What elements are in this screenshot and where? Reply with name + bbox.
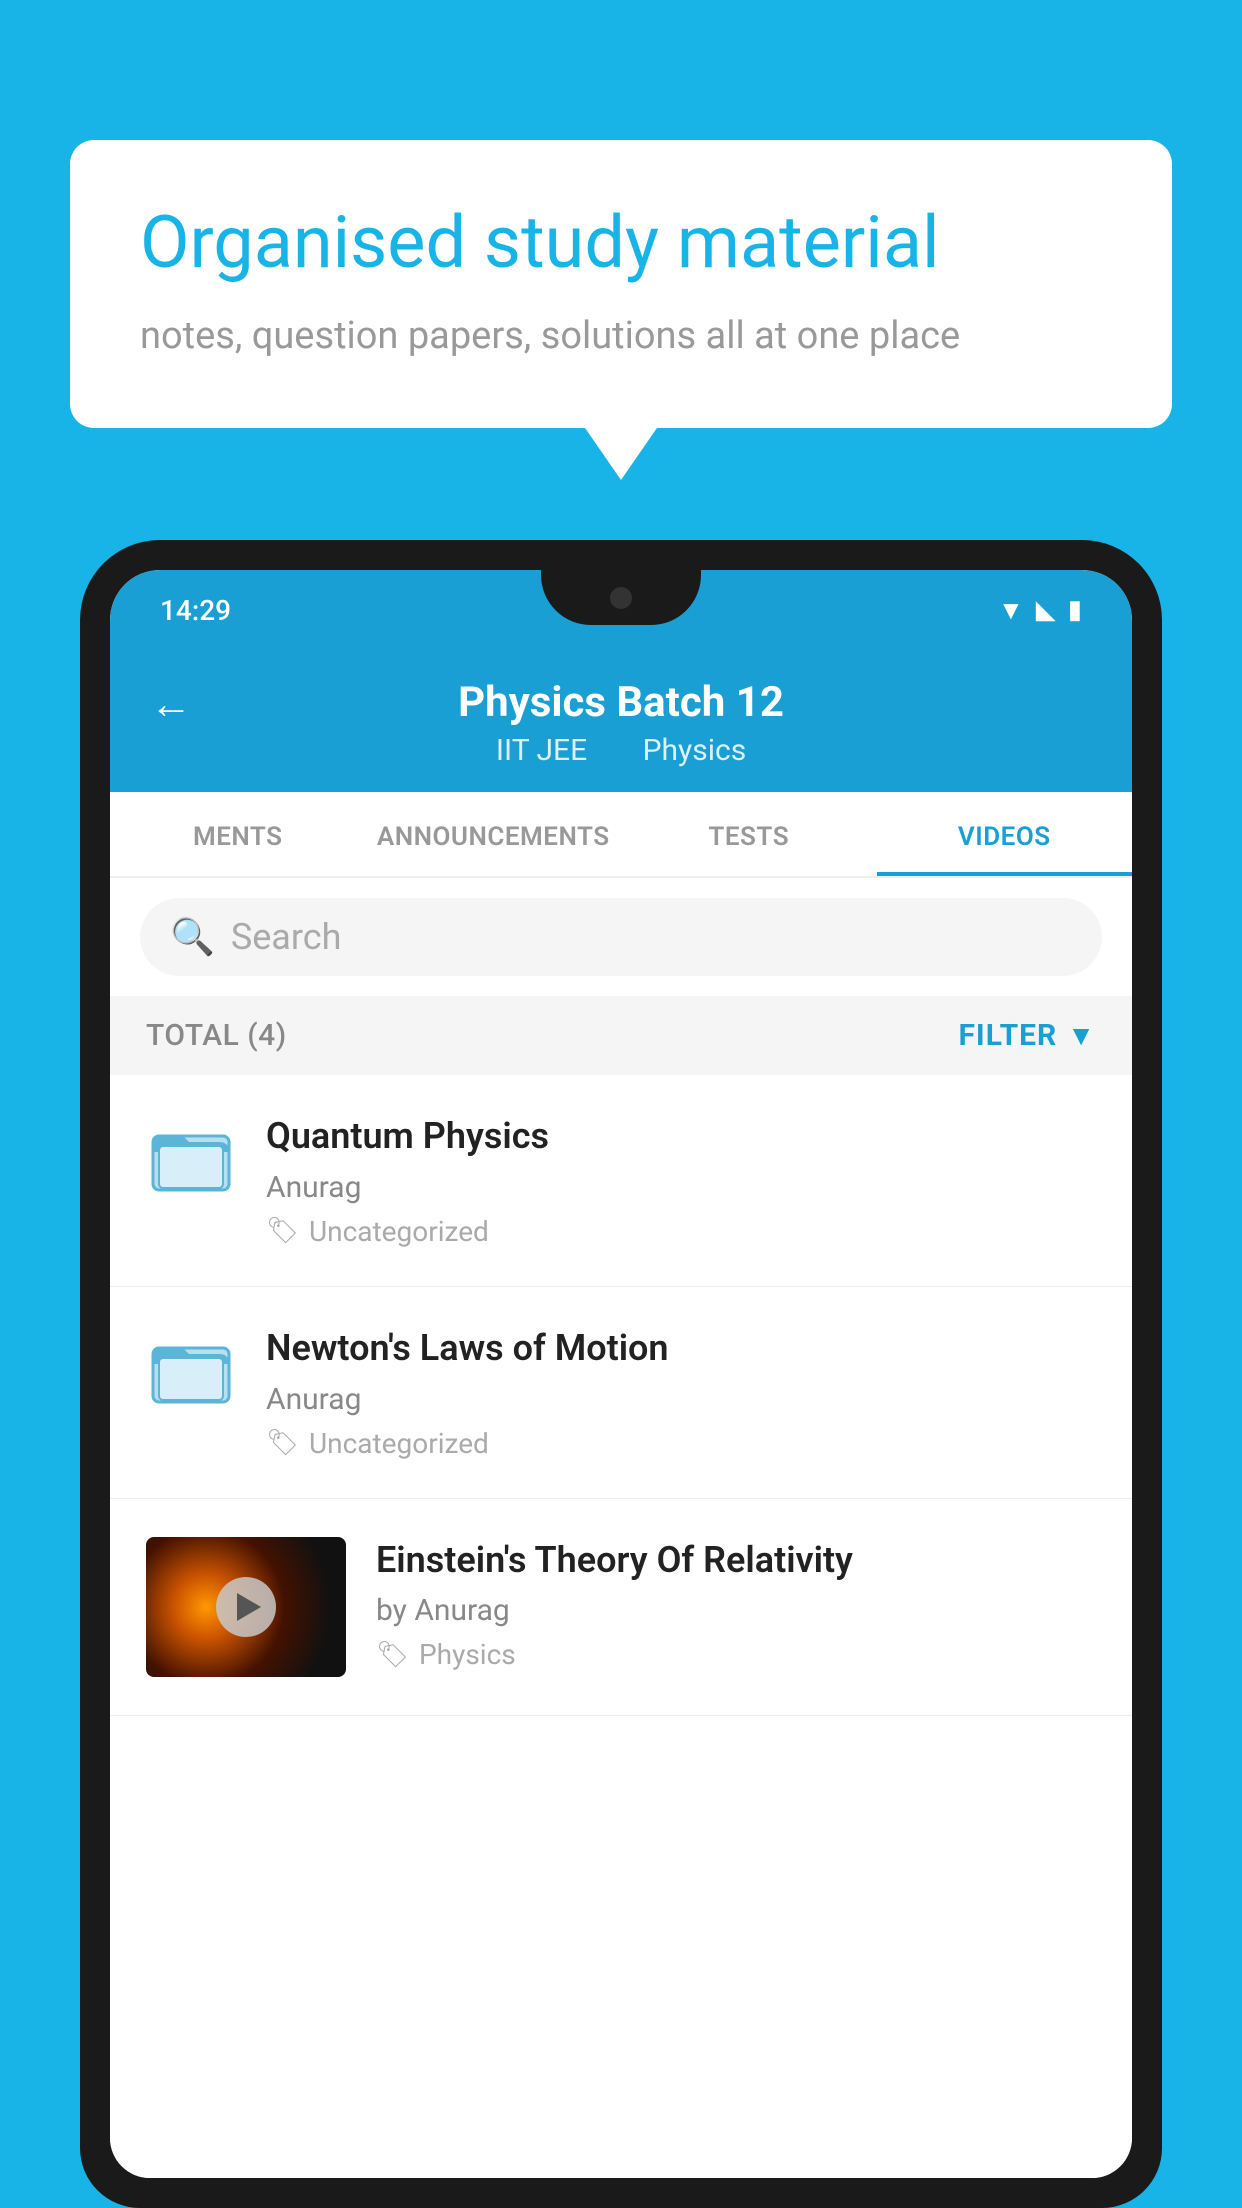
filter-button[interactable]: FILTER ▼	[958, 1018, 1096, 1053]
tag-icon: 🏷	[266, 1428, 299, 1458]
video-title: Einstein's Theory Of Relativity	[376, 1537, 1096, 1584]
folder-icon	[151, 1116, 231, 1216]
filter-bar: TOTAL (4) FILTER ▼	[110, 996, 1132, 1075]
list-item[interactable]: Newton's Laws of Motion Anurag 🏷 Uncateg…	[110, 1287, 1132, 1499]
folder-icon-container	[146, 1121, 236, 1211]
signal-icon: ◣	[1036, 595, 1056, 625]
video-author: by Anurag	[376, 1593, 1096, 1628]
folder-icon-container	[146, 1333, 236, 1423]
screen-content: 🔍 Search TOTAL (4) FILTER ▼	[110, 878, 1132, 2178]
status-icons: ▼ ◣ ▮	[998, 595, 1082, 626]
header-title: Physics Batch 12	[458, 678, 784, 727]
search-container: 🔍 Search	[110, 878, 1132, 996]
tab-announcements[interactable]: ANNOUNCEMENTS	[366, 792, 622, 876]
tabs-bar: MENTS ANNOUNCEMENTS TESTS VIDEOS	[110, 792, 1132, 878]
search-icon: 🔍	[170, 916, 215, 958]
folder-icon	[151, 1328, 231, 1428]
speech-bubble: Organised study material notes, question…	[70, 140, 1172, 428]
speech-bubble-container: Organised study material notes, question…	[70, 140, 1172, 428]
bubble-title: Organised study material	[140, 200, 1102, 286]
search-input[interactable]: Search	[231, 916, 342, 958]
phone-screen: 14:29 ▼ ◣ ▮ ← Physics Batch 12 IIT JEE P…	[110, 570, 1132, 2178]
notch	[541, 570, 701, 625]
video-title: Quantum Physics	[266, 1113, 1096, 1160]
header-subtitle: IIT JEE Physics	[484, 733, 758, 768]
total-count: TOTAL (4)	[146, 1018, 287, 1053]
video-tag: 🏷 Physics	[376, 1638, 1096, 1671]
tab-tests[interactable]: TESTS	[621, 792, 877, 876]
video-tag: 🏷 Uncategorized	[266, 1427, 1096, 1460]
video-tag: 🏷 Uncategorized	[266, 1215, 1096, 1248]
video-thumbnail	[146, 1537, 346, 1677]
wifi-icon: ▼	[998, 595, 1024, 626]
header-tag2: Physics	[643, 733, 747, 768]
bubble-subtitle: notes, question papers, solutions all at…	[140, 314, 1102, 358]
battery-icon: ▮	[1068, 595, 1082, 625]
status-bar: 14:29 ▼ ◣ ▮	[110, 570, 1132, 650]
video-author: Anurag	[266, 1170, 1096, 1205]
tag-icon: 🏷	[266, 1216, 299, 1246]
filter-label: FILTER	[958, 1018, 1057, 1053]
app-header: ← Physics Batch 12 IIT JEE Physics	[110, 650, 1132, 792]
video-info: Quantum Physics Anurag 🏷 Uncategorized	[266, 1113, 1096, 1248]
video-info: Newton's Laws of Motion Anurag 🏷 Uncateg…	[266, 1325, 1096, 1460]
video-title: Newton's Laws of Motion	[266, 1325, 1096, 1372]
tag-label: Uncategorized	[309, 1427, 489, 1460]
status-time: 14:29	[160, 594, 231, 627]
tab-ments[interactable]: MENTS	[110, 792, 366, 876]
list-item[interactable]: Einstein's Theory Of Relativity by Anura…	[110, 1499, 1132, 1716]
phone-outer: 14:29 ▼ ◣ ▮ ← Physics Batch 12 IIT JEE P…	[80, 540, 1162, 2208]
camera-dot	[610, 587, 632, 609]
search-bar[interactable]: 🔍 Search	[140, 898, 1102, 976]
play-button[interactable]	[216, 1577, 276, 1637]
header-tag1: IIT JEE	[496, 733, 587, 768]
tag-label: Physics	[419, 1638, 516, 1671]
list-item[interactable]: Quantum Physics Anurag 🏷 Uncategorized	[110, 1075, 1132, 1287]
back-button[interactable]: ←	[150, 680, 192, 729]
play-triangle-icon	[237, 1593, 261, 1621]
tag-label: Uncategorized	[309, 1215, 489, 1248]
video-list: Quantum Physics Anurag 🏷 Uncategorized	[110, 1075, 1132, 2178]
phone-container: 14:29 ▼ ◣ ▮ ← Physics Batch 12 IIT JEE P…	[80, 540, 1162, 2208]
tag-icon: 🏷	[376, 1640, 409, 1670]
tab-videos[interactable]: VIDEOS	[877, 792, 1133, 876]
filter-funnel-icon: ▼	[1067, 1019, 1096, 1052]
video-author: Anurag	[266, 1382, 1096, 1417]
video-info: Einstein's Theory Of Relativity by Anura…	[376, 1537, 1096, 1672]
